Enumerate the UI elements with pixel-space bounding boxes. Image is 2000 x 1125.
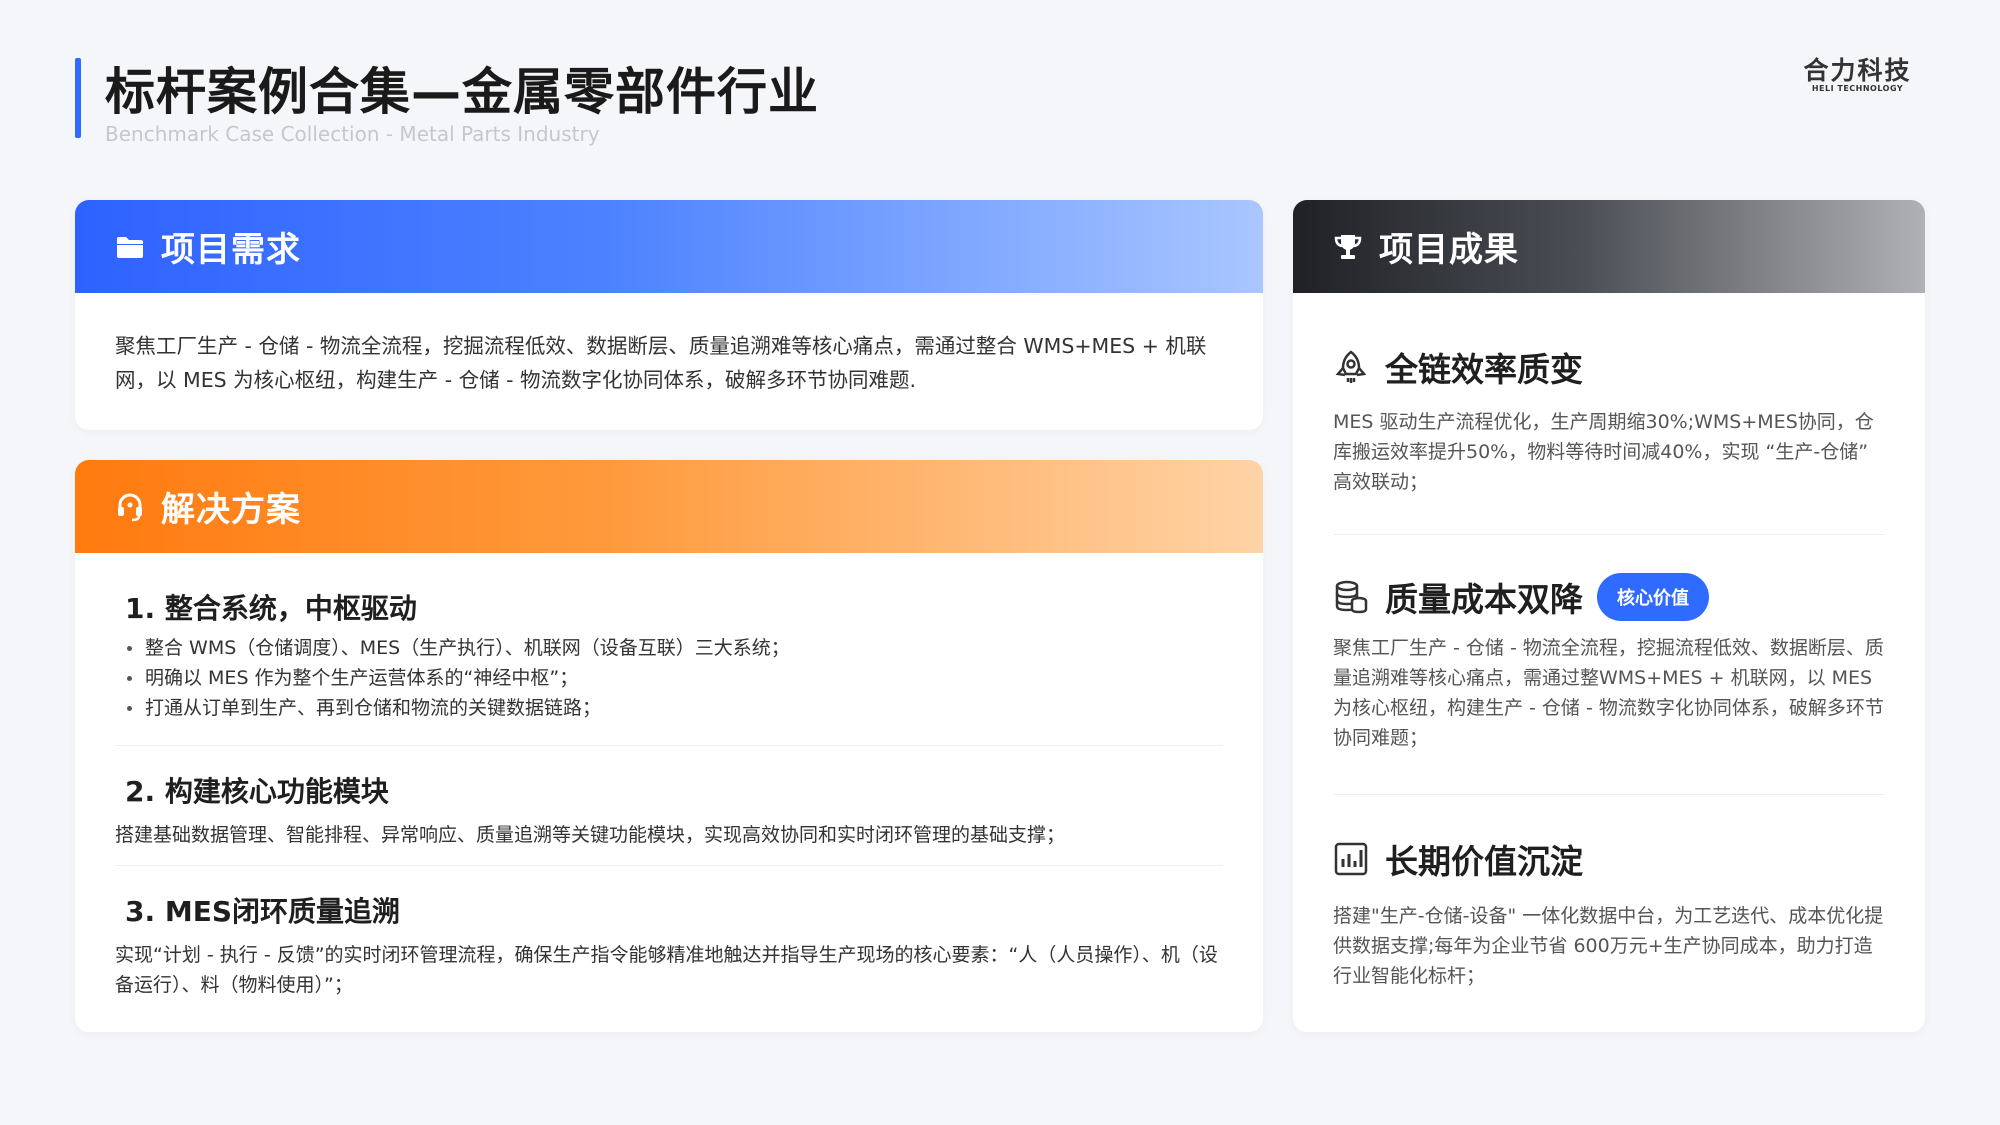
result-heading-row: 全链效率质变 (1333, 343, 1885, 391)
solution-heading: 1. 整合系统，中枢驱动 (125, 592, 417, 625)
result-heading-row: 质量成本双降 核心价值 (1333, 573, 1885, 621)
rocket-icon (1333, 349, 1369, 385)
solution-heading: 2. 构建核心功能模块 (125, 775, 389, 808)
company-logo: 合力科技 HELI TECHNOLOGY (1790, 56, 1925, 94)
requirements-text: 聚焦工厂生产 - 仓储 - 物流全流程，挖掘流程低效、数据断层、质量追溯难等核心… (115, 334, 1207, 392)
solution-text: 实现“计划 - 执行 - 反馈”的实时闭环管理流程，确保生产指令能够精准地触达并… (115, 944, 1218, 996)
result-text: 搭建"生产-仓储-设备" 一体化数据中台，为工艺迭代、成本优化提供数据支撑;每年… (1333, 905, 1884, 987)
requirements-header: 项目需求 (75, 200, 1263, 293)
result-heading: 全链效率质变 (1385, 350, 1583, 389)
bar-chart-icon (1333, 841, 1369, 877)
result-heading: 长期价值沉淀 (1385, 842, 1583, 881)
headset-icon (115, 492, 145, 522)
solution-text: 搭建基础数据管理、智能排程、异常响应、质量追溯等关键功能模块，实现高效协同和实时… (115, 824, 1066, 846)
requirements-title: 项目需求 (161, 230, 301, 270)
solution-section-2: 2. 构建核心功能模块 搭建基础数据管理、智能排程、异常响应、质量追溯等关键功能… (115, 746, 1223, 866)
solution-card: 解决方案 1. 整合系统，中枢驱动 整合 WMS（仓储调度）、MES（生产执行）… (75, 460, 1263, 1032)
solution-title: 解决方案 (161, 490, 301, 530)
page-subtitle: Benchmark Case Collection - Metal Parts … (105, 122, 600, 146)
result-text: 聚焦工厂生产 - 仓储 - 物流全流程，挖掘流程低效、数据断层、质量追溯难等核心… (1333, 637, 1884, 749)
logo-main-text: 合力科技 (1803, 56, 1912, 85)
solution-header: 解决方案 (75, 460, 1263, 553)
solution-section-1: 1. 整合系统，中枢驱动 整合 WMS（仓储调度）、MES（生产执行）、机联网（… (115, 553, 1223, 746)
result-item-3: 长期价值沉淀 搭建"生产-仓储-设备" 一体化数据中台，为工艺迭代、成本优化提供… (1333, 795, 1885, 991)
list-item: 整合 WMS（仓储调度）、MES（生产执行）、机联网（设备互联）三大系统； (127, 633, 1223, 663)
results-card: 项目成果 全链效率质变 MES 驱动生产流程优化，生产周期缩30%;WMS+ME… (1293, 200, 1925, 1032)
solution-section-3: 3. MES闭环质量追溯 实现“计划 - 执行 - 反馈”的实时闭环管理流程，确… (115, 866, 1223, 1000)
list-item: 明确以 MES 作为整个生产运营体系的“神经中枢”； (127, 663, 1223, 693)
result-heading-row: 长期价值沉淀 (1333, 835, 1885, 883)
solution-body: 1. 整合系统，中枢驱动 整合 WMS（仓储调度）、MES（生产执行）、机联网（… (75, 553, 1263, 1000)
list-item: 打通从订单到生产、再到仓储和物流的关键数据链路； (127, 693, 1223, 723)
result-item-2: 质量成本双降 核心价值 聚焦工厂生产 - 仓储 - 物流全流程，挖掘流程低效、数… (1333, 535, 1885, 795)
results-title: 项目成果 (1379, 230, 1519, 270)
result-heading: 质量成本双降 (1385, 580, 1583, 619)
requirements-card: 项目需求 聚焦工厂生产 - 仓储 - 物流全流程，挖掘流程低效、数据断层、质量追… (75, 200, 1263, 430)
results-header: 项目成果 (1293, 200, 1925, 293)
result-item-1: 全链效率质变 MES 驱动生产流程优化，生产周期缩30%;WMS+MES协同，仓… (1333, 293, 1885, 535)
result-text: MES 驱动生产流程优化，生产周期缩30%;WMS+MES协同，仓库搬运效率提升… (1333, 411, 1874, 493)
title-accent-bar (75, 58, 81, 138)
trophy-icon (1333, 232, 1363, 262)
page-title: 标杆案例合集—金属零部件行业 (105, 63, 819, 121)
solution-heading: 3. MES闭环质量追溯 (125, 895, 401, 928)
coins-icon (1333, 579, 1369, 615)
results-body: 全链效率质变 MES 驱动生产流程优化，生产周期缩30%;WMS+MES协同，仓… (1293, 293, 1925, 991)
folder-icon (115, 232, 145, 262)
core-value-badge: 核心价值 (1597, 573, 1709, 621)
solution-bullet-list: 整合 WMS（仓储调度）、MES（生产执行）、机联网（设备互联）三大系统； 明确… (115, 633, 1223, 723)
logo-sub-text: HELI TECHNOLOGY (1811, 84, 1904, 93)
